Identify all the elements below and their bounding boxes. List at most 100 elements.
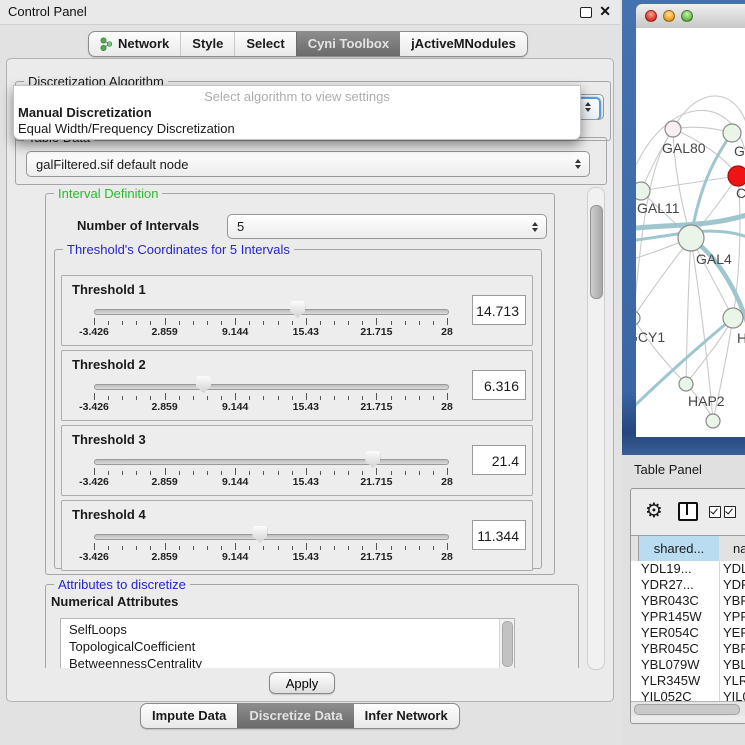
network-node[interactable]: [723, 124, 741, 142]
tick-mark: [362, 471, 363, 475]
threshold-value-field[interactable]: 6.316: [472, 370, 526, 400]
panel-scrollbar[interactable]: [587, 187, 605, 670]
zoom-traffic-light[interactable]: [681, 10, 693, 22]
table-row[interactable]: YBL079WYBL0: [631, 657, 745, 673]
table-row[interactable]: YBR043CYBR0: [631, 593, 745, 609]
close-icon[interactable]: ✕: [599, 3, 611, 20]
column-header-name[interactable]: na: [719, 536, 745, 562]
network-node[interactable]: [678, 225, 704, 251]
tab-discretize-data[interactable]: Discretize Data: [237, 704, 353, 728]
table-row[interactable]: YBR045CYBR0: [631, 641, 745, 657]
algorithm-option-manual[interactable]: Manual Discretization: [18, 105, 152, 120]
network-canvas[interactable]: GAL80GACGAL11GAL4GCY1HHAP2: [636, 28, 745, 437]
checkbox-icon[interactable]: [724, 506, 736, 518]
tab-cyni-toolbox-label: Cyni Toolbox: [308, 32, 389, 56]
horizontal-scrollbar-thumb[interactable]: [634, 704, 740, 715]
tab-discretize-data-label: Discretize Data: [249, 704, 342, 728]
slider-thumb[interactable]: [196, 376, 211, 393]
table-rows: YDL19...YDL1YDR27...YDR2YBR043CYBR0YPR14…: [631, 561, 745, 701]
tab-jactivemnodules[interactable]: jActiveMNodules: [400, 32, 527, 56]
horizontal-scrollbar[interactable]: [631, 701, 745, 716]
table-data-combo[interactable]: galFiltered.sif default node: [26, 151, 590, 177]
threshold-value-field[interactable]: 14.713: [472, 295, 526, 325]
numerical-attributes-list[interactable]: SelfLoops TopologicalCoefficient Between…: [60, 618, 515, 668]
tick-mark: [249, 546, 250, 550]
tab-select[interactable]: Select: [234, 32, 295, 56]
float-window-icon[interactable]: [580, 7, 592, 18]
network-window-titlebar[interactable]: [636, 4, 745, 29]
network-node[interactable]: [723, 308, 743, 328]
network-node[interactable]: [706, 414, 720, 428]
tick-mark: [207, 546, 208, 550]
tick-mark: [306, 468, 307, 475]
list-item[interactable]: BetweennessCentrality: [61, 655, 514, 668]
attributes-group-title: Attributes to discretize: [54, 577, 190, 592]
gear-icon[interactable]: ⚙: [645, 497, 663, 523]
column-divider: [719, 561, 720, 701]
list-item[interactable]: TopologicalCoefficient: [61, 638, 514, 655]
threshold-value-field[interactable]: 11.344: [472, 520, 526, 550]
columns-icon[interactable]: [678, 502, 698, 521]
tick-mark: [278, 321, 279, 325]
tick-mark: [136, 321, 137, 325]
slider-track[interactable]: [94, 309, 449, 315]
tick-mark: [376, 318, 377, 325]
slider-thumb[interactable]: [365, 451, 380, 468]
tick-label: 2.859: [151, 401, 177, 413]
tick-mark: [405, 396, 406, 400]
tick-label: 15.43: [293, 326, 319, 338]
tick-mark: [306, 393, 307, 400]
tick-mark: [136, 546, 137, 550]
tab-infer-network[interactable]: Infer Network: [354, 704, 459, 728]
tick-label: -3.426: [79, 551, 109, 563]
tab-style-label: Style: [192, 32, 223, 56]
slider-track[interactable]: [94, 384, 449, 390]
threshold-label: Threshold 3: [72, 432, 146, 447]
network-node[interactable]: [636, 311, 640, 325]
slider-thumb[interactable]: [290, 301, 305, 318]
tab-network[interactable]: Network: [89, 32, 180, 56]
tab-style[interactable]: Style: [180, 32, 234, 56]
number-of-intervals-value: 5: [237, 219, 244, 234]
minimize-traffic-light[interactable]: [663, 10, 675, 22]
slider-track[interactable]: [94, 534, 449, 540]
table-row[interactable]: YER054CYER0: [631, 625, 745, 641]
threshold-value-field[interactable]: 21.4: [472, 445, 526, 475]
network-node-label: C: [736, 185, 745, 201]
table-row[interactable]: YDL19...YDL1: [631, 561, 745, 577]
table-row[interactable]: YDR27...YDR2: [631, 577, 745, 593]
algorithm-option-equal-width[interactable]: Equal Width/Frequency Discretization: [18, 121, 235, 136]
algorithm-dropdown-popup: Select algorithm to view settings Manual…: [13, 85, 581, 140]
network-node[interactable]: [728, 166, 745, 186]
tick-mark: [235, 543, 236, 550]
table-row[interactable]: YPR145WYPR1: [631, 609, 745, 625]
number-of-intervals-label: Number of Intervals: [77, 218, 199, 233]
list-scrollbar[interactable]: [499, 619, 514, 668]
column-header-shared-name[interactable]: shared...: [638, 536, 720, 562]
tab-impute-data[interactable]: Impute Data: [141, 704, 237, 728]
table-row[interactable]: YLR345WYLR3: [631, 673, 745, 689]
control-panel-title: Control Panel: [8, 4, 87, 19]
number-of-intervals-combo[interactable]: 5: [227, 214, 547, 239]
panel-scrollbar-thumb[interactable]: [590, 205, 603, 299]
cell-name: YBR0: [723, 593, 745, 609]
tick-mark: [348, 321, 349, 325]
tick-label: 9.144: [222, 551, 248, 563]
tick-mark: [292, 546, 293, 550]
slider-tick-labels: -3.4262.8599.14415.4321.71528: [94, 551, 447, 563]
close-traffic-light[interactable]: [645, 10, 657, 22]
checkbox-icon[interactable]: [709, 506, 721, 518]
network-node[interactable]: [679, 377, 693, 391]
slider-thumb[interactable]: [252, 526, 267, 543]
list-scrollbar-thumb[interactable]: [502, 621, 513, 667]
network-node[interactable]: [636, 182, 650, 200]
threshold-panel: Threshold 3 -3.4262.8599.14415.4321.7152…: [61, 425, 533, 496]
network-view[interactable]: GAL80GACGAL11GAL4GCY1HHAP2: [636, 28, 745, 437]
apply-button[interactable]: Apply: [269, 672, 335, 694]
list-item[interactable]: SelfLoops: [61, 621, 514, 638]
tab-cyni-toolbox[interactable]: Cyni Toolbox: [296, 32, 400, 56]
tick-label: 15.43: [293, 551, 319, 563]
tick-mark: [165, 393, 166, 400]
network-node[interactable]: [665, 121, 681, 137]
slider-track[interactable]: [94, 459, 449, 465]
